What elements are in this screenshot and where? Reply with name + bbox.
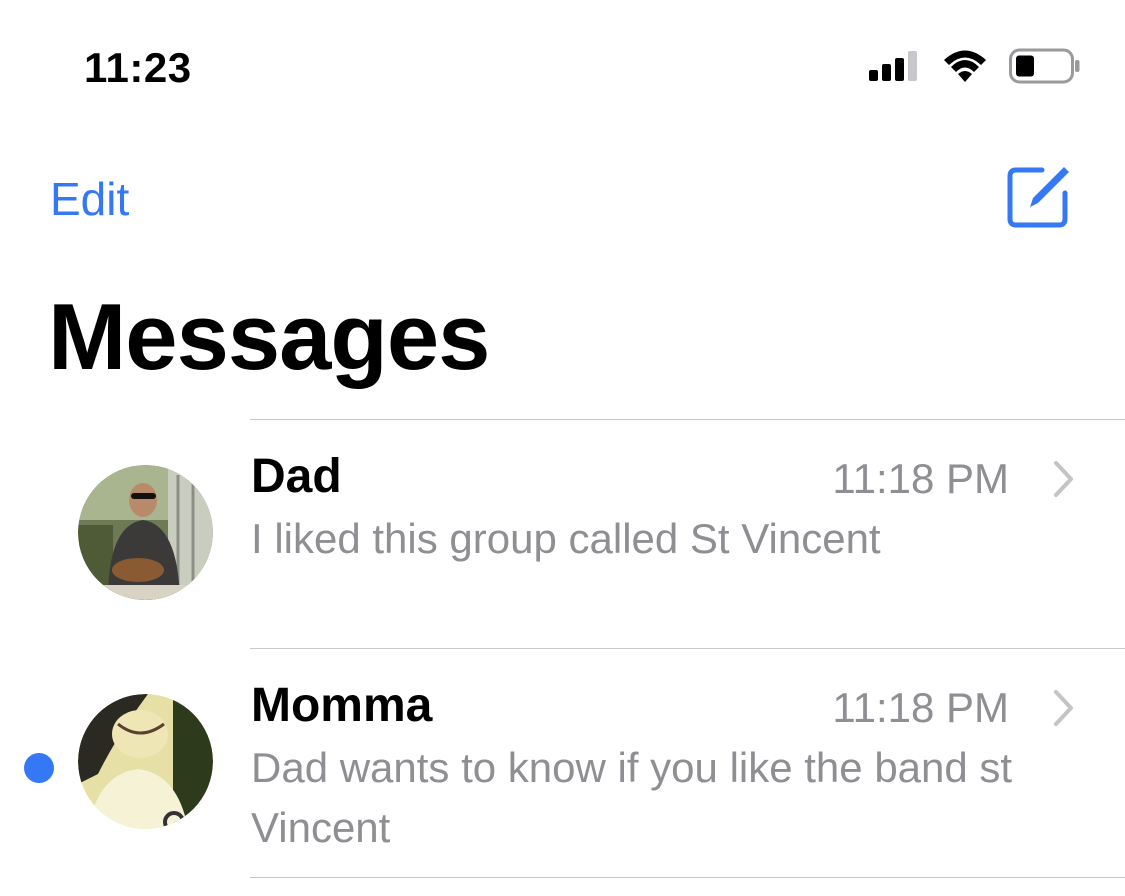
- cellular-signal-icon: [869, 50, 921, 87]
- edit-button[interactable]: Edit: [50, 172, 129, 226]
- chevron-right-icon: [1052, 689, 1076, 727]
- compose-button[interactable]: [1006, 163, 1072, 229]
- status-time: 11:23: [84, 44, 192, 91]
- wifi-icon: [943, 49, 987, 88]
- avatar-momma[interactable]: [78, 694, 213, 829]
- sender-name: Momma: [251, 679, 433, 732]
- list-separator: [250, 877, 1125, 878]
- message-time: 11:18 PM: [832, 455, 1009, 502]
- message-preview: I liked this group called St Vincent: [251, 515, 881, 562]
- sender-name: Dad: [251, 450, 342, 503]
- message-time: 11:18 PM: [832, 684, 1009, 731]
- status-icons: [869, 48, 1081, 89]
- conversation-row-momma[interactable]: Momma 11:18 PM Dad wants to know if you …: [0, 649, 1125, 877]
- unread-indicator: [24, 753, 54, 783]
- chevron-right-icon: [1052, 460, 1076, 498]
- conversation-row-dad[interactable]: Dad 11:18 PM I liked this group called S…: [0, 420, 1125, 648]
- messages-screen: 11:23 Edit Messages Dad 11:18 PM I liked…: [0, 0, 1125, 896]
- compose-icon: [1006, 163, 1072, 234]
- conversation-list: Dad 11:18 PM I liked this group called S…: [0, 419, 1125, 878]
- battery-low-icon: [1009, 48, 1081, 89]
- avatar-dad[interactable]: [78, 465, 213, 600]
- page-title: Messages: [48, 284, 490, 389]
- message-preview: Dad wants to know if you like the band s…: [251, 744, 1013, 851]
